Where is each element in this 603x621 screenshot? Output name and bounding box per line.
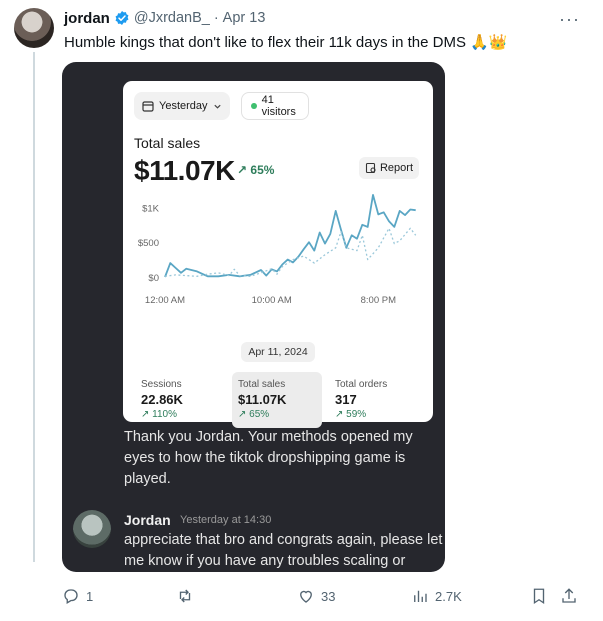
- series-line-current: [164, 194, 416, 278]
- total-sales-change: ↗ 65%: [237, 163, 275, 177]
- dm-reply-avatar: [73, 510, 111, 548]
- repost-action[interactable]: [176, 586, 200, 606]
- total-sales-value: $11.07K: [134, 155, 235, 186]
- tweet-text: Humble kings that don't like to flex the…: [64, 34, 508, 51]
- views-chart-icon: [414, 590, 427, 602]
- sales-line-chart: $1K $500 $0 12:00 AM 10:00 AM 8:00 PM: [138, 194, 417, 306]
- share-icon: [562, 588, 576, 603]
- metric-sessions[interactable]: Sessions 22.86K ↗ 110%: [135, 372, 225, 428]
- dm-reply-text: appreciate that bro and congrats again, …: [124, 532, 443, 569]
- calendar-icon: [142, 101, 154, 112]
- author-avatar[interactable]: [14, 8, 54, 48]
- dm-reply-name: Jordan: [124, 512, 171, 528]
- reply-icon: [64, 589, 78, 604]
- tweet-media-image[interactable]: Yesterday 41 visitors Total sales $11.07…: [62, 62, 445, 572]
- author-handle[interactable]: @JxrdanB_: [134, 10, 210, 26]
- tweet-header: jordan @JxrdanB_ · Apr 13: [64, 9, 265, 27]
- bookmark-button[interactable]: [530, 586, 548, 606]
- author-name[interactable]: jordan: [64, 10, 110, 27]
- metric-total-sales[interactable]: Total sales $11.07K ↗ 65%: [232, 372, 322, 428]
- x-tick-label: 12:00 AM: [145, 295, 185, 306]
- thread-line: [33, 52, 35, 562]
- chevron-down-icon: [213, 104, 221, 109]
- visitors-label: 41 visitors: [261, 94, 296, 118]
- period-label: Yesterday: [159, 100, 208, 112]
- more-options-icon[interactable]: ···: [559, 9, 580, 30]
- like-count: 33: [321, 588, 336, 604]
- y-tick-label: $1K: [142, 203, 160, 214]
- sales-analytics-card: Yesterday 41 visitors Total sales $11.07…: [123, 81, 433, 428]
- like-action[interactable]: 33: [297, 586, 335, 606]
- y-tick-label: $0: [148, 273, 159, 284]
- y-tick-label: $500: [138, 238, 159, 249]
- verified-badge-icon: [115, 11, 129, 25]
- report-button[interactable]: Report: [359, 157, 419, 179]
- dm-reply-time: Yesterday at 14:30: [180, 514, 272, 526]
- reply-action[interactable]: 1: [62, 586, 93, 606]
- views-action[interactable]: 2.7K: [411, 586, 462, 606]
- metric-total-orders[interactable]: Total orders 317 ↗ 59%: [329, 372, 419, 428]
- tweet-date[interactable]: Apr 13: [223, 10, 266, 26]
- reply-count: 1: [86, 588, 94, 604]
- x-tick-label: 10:00 AM: [252, 295, 292, 306]
- repost-icon: [179, 589, 191, 603]
- chart-date-label: Apr 11, 2024: [241, 342, 315, 362]
- total-sales-label: Total sales: [134, 135, 201, 151]
- visitors-badge: 41 visitors: [241, 92, 309, 120]
- header-separator: ·: [213, 10, 219, 26]
- series-line-comparison: [164, 227, 417, 277]
- period-selector[interactable]: Yesterday: [134, 92, 230, 120]
- bookmark-icon: [533, 588, 545, 605]
- live-dot-icon: [251, 103, 257, 109]
- heart-icon: [300, 590, 312, 603]
- x-tick-label: 8:00 PM: [361, 295, 396, 306]
- share-button[interactable]: [560, 586, 578, 606]
- report-icon: [365, 162, 376, 174]
- dm-message-text: Thank you Jordan. Your methods opened my…: [124, 429, 413, 487]
- views-count: 2.7K: [435, 588, 462, 604]
